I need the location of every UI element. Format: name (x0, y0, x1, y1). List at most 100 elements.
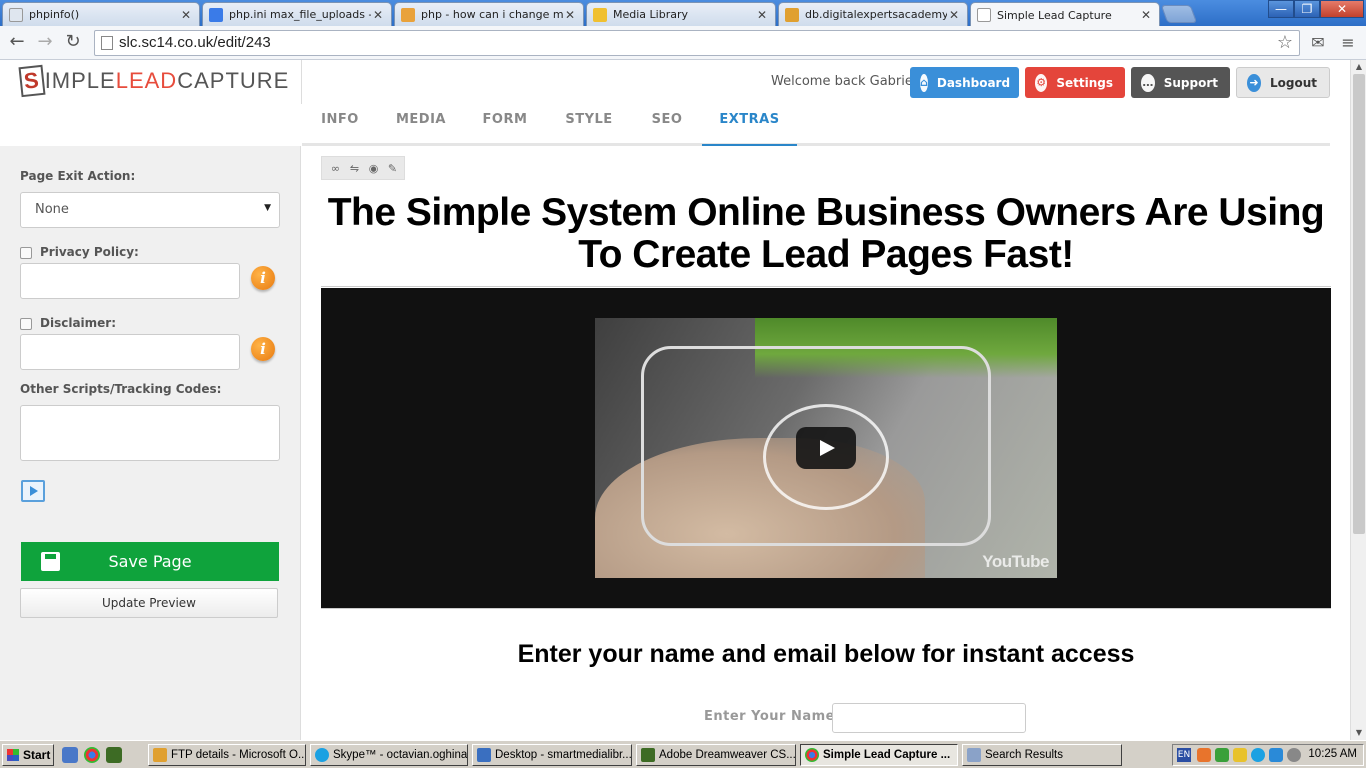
update-preview-button[interactable]: Update Preview (20, 588, 278, 618)
window-close-button[interactable]: ✕ (1320, 0, 1364, 18)
support-label: Support (1163, 75, 1218, 90)
unlink-icon[interactable]: ⇋ (347, 161, 362, 176)
taskbar: Start FTP details - Microsoft O... Skype… (0, 740, 1366, 768)
chat-bubble-icon: … (1141, 73, 1155, 92)
header-divider (301, 60, 302, 104)
taskbar-item-label: Desktop - smartmedialibr... (495, 749, 632, 761)
browser-toolbar: ← → ↻ slc.sc14.co.uk/edit/243 ☆ ✉ ≡ (0, 26, 1366, 60)
home-icon: ⌂ (920, 73, 928, 92)
taskbar-item-dreamweaver[interactable]: Adobe Dreamweaver CS... (636, 744, 796, 766)
chrome-icon (805, 748, 819, 762)
forward-arrow-icon[interactable]: → (34, 32, 56, 54)
logo-lead: LEAD (115, 68, 178, 93)
info-icon[interactable]: i (251, 337, 275, 361)
remote-desktop-icon (477, 748, 491, 762)
support-button[interactable]: … Support (1131, 67, 1230, 98)
scripts-textarea[interactable] (20, 405, 280, 461)
stackoverflow-icon (401, 7, 415, 22)
browser-tab-stackoverflow[interactable]: php - how can i change max_ ✕ (394, 2, 584, 26)
scroll-down-arrow-icon[interactable]: ▼ (1351, 726, 1366, 740)
settings-button[interactable]: ⚙ Settings (1025, 67, 1125, 98)
close-icon[interactable]: ✕ (1139, 8, 1153, 22)
browser-tab-phpinfo[interactable]: phpinfo() ✕ (2, 2, 200, 26)
browser-tab-media-library[interactable]: Media Library ✕ (586, 2, 776, 26)
dashboard-button[interactable]: ⌂ Dashboard (910, 67, 1019, 98)
tab-media[interactable]: MEDIA (386, 104, 456, 146)
tray-clock-icon[interactable] (1233, 748, 1247, 762)
start-button[interactable]: Start (2, 744, 54, 766)
palette-icon[interactable]: ◉ (366, 161, 381, 176)
video-player[interactable]: YouTube (595, 318, 1057, 578)
privacy-policy-input[interactable] (20, 263, 240, 299)
browser-tab-simple-lead-capture[interactable]: Simple Lead Capture ✕ (970, 2, 1160, 27)
language-indicator[interactable]: EN (1177, 748, 1191, 762)
logo-imple: IMPLE (44, 68, 116, 93)
tab-style[interactable]: STYLE (554, 104, 624, 146)
menu-icon[interactable]: ≡ (1338, 33, 1358, 53)
scrollbar-thumb[interactable] (1353, 74, 1365, 534)
save-page-button[interactable]: Save Page (21, 542, 279, 581)
volume-icon[interactable] (1287, 748, 1301, 762)
edit-icon[interactable]: ✎ (385, 161, 400, 176)
ie-icon[interactable] (62, 747, 78, 763)
outlook-icon (153, 748, 167, 762)
disclaimer-checkbox[interactable] (20, 318, 32, 330)
taskbar-item-simple-lead-capture[interactable]: Simple Lead Capture ... (800, 744, 958, 766)
reload-icon[interactable]: ↻ (62, 32, 84, 54)
close-icon[interactable]: ✕ (563, 8, 577, 22)
info-icon[interactable]: i (251, 266, 275, 290)
name-field-label: Enter Your Name: (704, 709, 841, 724)
disclaimer-input[interactable] (20, 334, 240, 370)
tab-extras[interactable]: EXTRAS (702, 104, 797, 147)
taskbar-item-skype[interactable]: Skype™ - octavian.oghina (310, 744, 468, 766)
taskbar-item-desktop[interactable]: Desktop - smartmedialibr... (472, 744, 632, 766)
scroll-up-arrow-icon[interactable]: ▲ (1351, 60, 1366, 74)
link-icon[interactable]: ∞ (328, 161, 343, 176)
tray-app-icon[interactable] (1197, 748, 1211, 762)
close-icon[interactable]: ✕ (371, 8, 385, 22)
browser-tab-php-ini[interactable]: php.ini max_file_uploads - Go ✕ (202, 2, 392, 26)
tray-check-icon[interactable] (1215, 748, 1229, 762)
dreamweaver-icon (641, 748, 655, 762)
privacy-policy-checkbox[interactable] (20, 247, 32, 259)
page-exit-select[interactable]: None ▼ (20, 192, 280, 228)
maximize-button[interactable]: ❐ (1294, 0, 1320, 18)
bookmark-star-icon[interactable]: ☆ (1277, 32, 1293, 53)
dreamweaver-icon[interactable] (106, 747, 122, 763)
tab-form[interactable]: FORM (472, 104, 538, 146)
close-icon[interactable]: ✕ (947, 8, 961, 22)
logo-s: S (18, 64, 46, 98)
new-tab-button[interactable] (1160, 5, 1198, 23)
close-icon[interactable]: ✕ (755, 8, 769, 22)
network-icon[interactable] (1269, 748, 1283, 762)
logo-capture: CAPTURE (177, 68, 290, 93)
name-input[interactable] (832, 703, 1026, 733)
video-insert-icon[interactable] (21, 480, 45, 502)
address-bar[interactable]: slc.sc14.co.uk/edit/243 ☆ (94, 30, 1300, 56)
browser-tab-phpmyadmin[interactable]: db.digitalexpertsacademy.co ✕ (778, 2, 968, 26)
logout-button[interactable]: ➜ Logout (1236, 67, 1330, 98)
tab-info[interactable]: INFO (310, 104, 370, 146)
youtube-logo[interactable]: YouTube (982, 552, 1049, 572)
close-icon[interactable]: ✕ (179, 8, 193, 22)
skype-icon[interactable] (1251, 748, 1265, 762)
page-icon (9, 7, 23, 22)
back-arrow-icon[interactable]: ← (6, 32, 28, 54)
chrome-icon[interactable] (84, 747, 100, 763)
logo[interactable]: S IMPLELEADCAPTURE (18, 64, 290, 98)
search-icon (967, 748, 981, 762)
page-scrollbar[interactable]: ▲ ▼ (1350, 60, 1366, 740)
gmail-icon[interactable]: ✉ (1308, 33, 1328, 53)
taskbar-item-label: Adobe Dreamweaver CS... (659, 749, 796, 761)
browser-tab-label: php - how can i change max_ (421, 8, 563, 21)
editor-toolbar: ∞ ⇋ ◉ ✎ (321, 156, 405, 180)
taskbar-item-ftp-details[interactable]: FTP details - Microsoft O... (148, 744, 306, 766)
video-play-button[interactable] (796, 427, 856, 469)
taskbar-item-search-results[interactable]: Search Results (962, 744, 1122, 766)
clock[interactable]: 10:25 AM (1308, 748, 1357, 760)
tab-seo[interactable]: SEO (640, 104, 694, 146)
minimize-button[interactable]: — (1268, 0, 1294, 18)
page-icon (101, 36, 113, 50)
editor-tabs: INFO MEDIA FORM STYLE SEO EXTRAS (302, 104, 1330, 147)
browser-tab-label: db.digitalexpertsacademy.co (805, 8, 947, 21)
